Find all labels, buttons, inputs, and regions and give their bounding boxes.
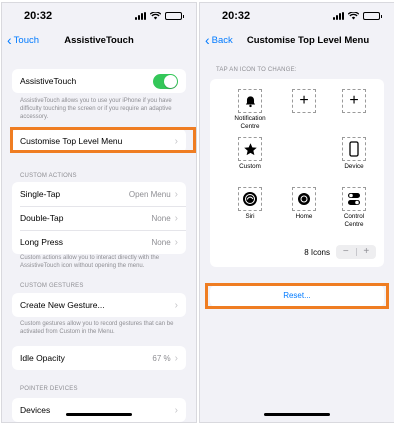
wifi-icon — [150, 12, 161, 20]
chevron-right-icon: › — [174, 188, 178, 200]
single-tap-label: Single-Tap — [20, 189, 61, 199]
icon-count-row: 8 Icons − + — [210, 245, 376, 259]
custom-gestures-card: Create New Gesture... › — [12, 293, 186, 317]
single-tap-row[interactable]: Single-Tap Open Menu › — [12, 182, 186, 206]
slot-home[interactable]: Home — [284, 187, 324, 221]
pointer-devices-card: Devices › — [12, 398, 186, 422]
slot-custom[interactable]: Custom — [230, 137, 270, 171]
nav-bar: ‹ Touch AssistiveTouch — [2, 31, 196, 51]
icon-count-stepper[interactable]: − + — [336, 245, 376, 259]
plus-icon: + — [349, 92, 359, 109]
custom-gestures-footer: Custom gestures allow you to record gest… — [20, 321, 174, 335]
slot-control-centre[interactable]: Control Centre — [334, 187, 374, 228]
star-icon — [243, 142, 257, 155]
highlight-frame — [205, 283, 389, 309]
assistive-touch-screen: 20:32 ‹ Touch AssistiveTouch AssistiveTo… — [1, 2, 197, 423]
siri-icon — [243, 192, 257, 206]
plus-icon: + — [299, 92, 309, 109]
chevron-right-icon: › — [174, 404, 178, 416]
single-tap-value: Open Menu — [128, 189, 171, 199]
slot-device[interactable]: Device — [334, 137, 374, 171]
double-tap-value: None — [151, 213, 171, 223]
icon-count: 8 Icons — [304, 247, 330, 257]
chevron-right-icon: › — [174, 299, 178, 311]
long-press-row[interactable]: Long Press None › — [12, 230, 186, 254]
bell-icon — [245, 95, 255, 107]
double-tap-row[interactable]: Double-Tap None › — [12, 206, 186, 230]
signal-icon — [135, 12, 146, 20]
home-icon — [298, 193, 310, 205]
slot-label: Notification Centre — [234, 115, 266, 130]
slot-label: Device — [344, 163, 364, 170]
highlight-frame — [10, 127, 196, 153]
create-gesture-row[interactable]: Create New Gesture... › — [12, 293, 186, 317]
icon-grid-card: Notification Centre + + Custom Device Si… — [210, 79, 384, 267]
status-time: 20:32 — [222, 10, 251, 22]
idle-opacity-label: Idle Opacity — [20, 353, 65, 363]
signal-icon — [333, 12, 344, 20]
idle-opacity-row[interactable]: Idle Opacity 67 % › — [12, 346, 186, 370]
long-press-label: Long Press — [20, 237, 63, 247]
page-title: Customise Top Level Menu — [246, 35, 370, 46]
status-time: 20:32 — [24, 10, 53, 22]
chevron-right-icon: › — [174, 236, 178, 248]
custom-actions-footer: Custom actions allow you to interact dir… — [20, 255, 160, 269]
assistive-touch-card: AssistiveTouch — [12, 69, 186, 93]
slot-empty-2[interactable]: + — [334, 89, 374, 113]
assistive-touch-footer: AssistiveTouch allows you to use your iP… — [20, 98, 172, 120]
status-icons — [333, 12, 382, 20]
assistive-touch-row: AssistiveTouch — [12, 69, 186, 93]
increment-button[interactable]: + — [357, 245, 377, 259]
chevron-right-icon: › — [174, 212, 178, 224]
decrement-button[interactable]: − — [336, 245, 356, 259]
create-gesture-label: Create New Gesture... — [20, 300, 105, 310]
control-centre-icon — [348, 193, 360, 205]
battery-icon — [363, 12, 382, 20]
assistive-touch-toggle[interactable] — [153, 73, 178, 89]
custom-actions-card: Single-Tap Open Menu › Double-Tap None › L… — [12, 182, 186, 254]
customise-menu-screen: 20:32 ‹ Back Customise Top Level Menu TA… — [199, 2, 394, 423]
assistive-touch-label: AssistiveTouch — [20, 76, 77, 86]
status-bar: 20:32 — [2, 3, 196, 29]
slot-siri[interactable]: Siri — [230, 187, 270, 221]
custom-gestures-header: CUSTOM GESTURES — [20, 283, 84, 289]
custom-actions-header: CUSTOM ACTIONS — [20, 173, 77, 179]
device-icon — [349, 141, 359, 157]
slot-label: Siri — [245, 213, 255, 220]
wifi-icon — [348, 12, 359, 20]
slot-notification-centre[interactable]: Notification Centre — [230, 89, 270, 130]
battery-icon — [165, 12, 184, 20]
double-tap-label: Double-Tap — [20, 213, 64, 223]
slot-label: Control Centre — [343, 213, 365, 228]
chevron-left-icon: ‹ — [205, 32, 210, 48]
slot-label: Home — [295, 213, 313, 220]
idle-opacity-value: 67 % — [152, 353, 171, 363]
chevron-right-icon: › — [174, 352, 178, 364]
status-icons — [135, 12, 184, 20]
idle-opacity-card: Idle Opacity 67 % › — [12, 346, 186, 370]
home-indicator — [66, 413, 132, 416]
nav-bar: ‹ Back Customise Top Level Menu — [200, 31, 394, 51]
slot-label: Custom — [239, 163, 261, 170]
page-title: AssistiveTouch — [64, 35, 134, 46]
devices-row[interactable]: Devices › — [12, 398, 186, 422]
pointer-devices-header: POINTER DEVICES — [20, 386, 78, 392]
tap-icon-hint: TAP AN ICON TO CHANGE: — [216, 67, 297, 73]
home-indicator — [264, 413, 330, 416]
slot-empty-1[interactable]: + — [284, 89, 324, 113]
long-press-value: None — [151, 237, 171, 247]
devices-label: Devices — [20, 405, 51, 415]
status-bar: 20:32 — [200, 3, 394, 29]
